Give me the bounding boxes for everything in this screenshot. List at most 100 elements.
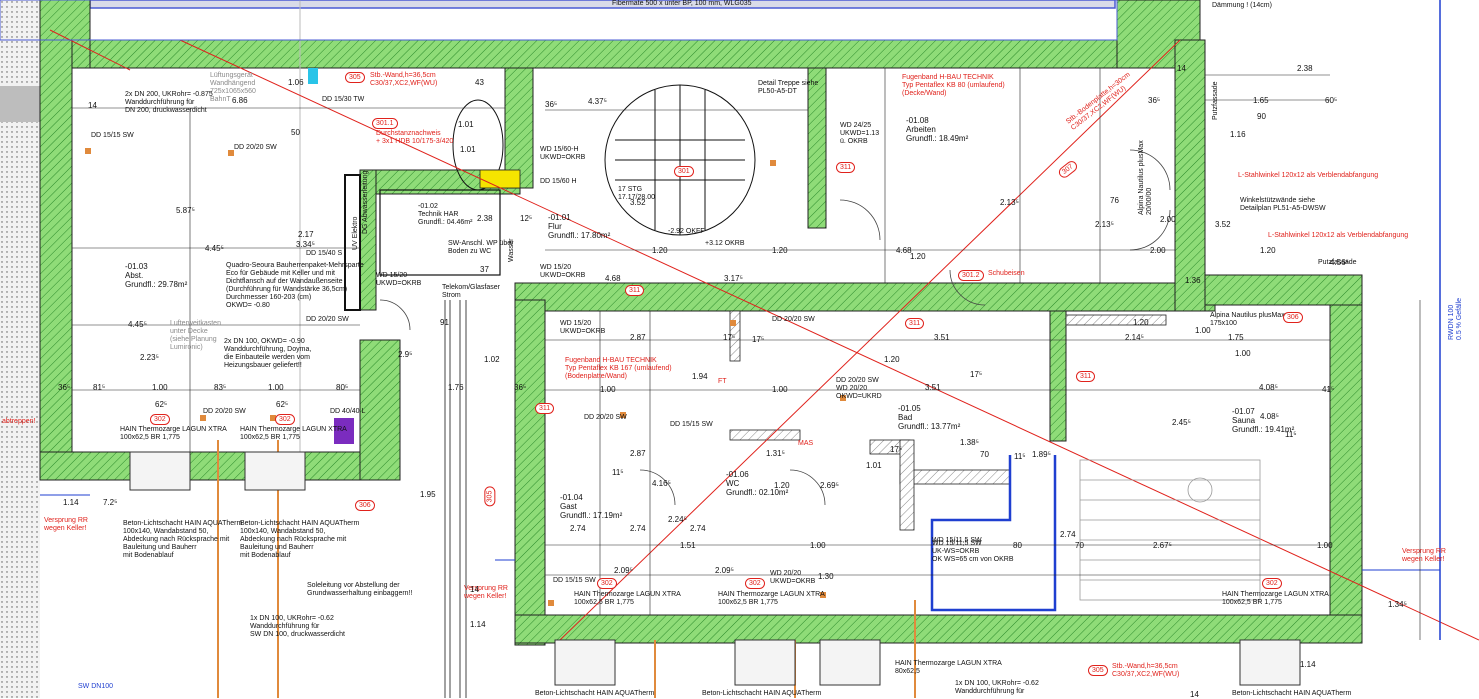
dimension-label: 1.00 [772, 385, 788, 394]
dimension-label: 1.14 [470, 620, 486, 629]
note-uv-elektro: UV Elektro [352, 216, 359, 250]
dimension-label: 1.00 [810, 541, 826, 550]
note-winkelstuetz: Winkelstützwände siehe Detailplan PL51-A… [1240, 197, 1326, 212]
note-beton-bottom2: Beton-Lichtschacht HAIN AQUATherm [702, 690, 822, 697]
note-lwinkel2: L-Stahlwinkel 120x12 als Verblendabfangu… [1268, 232, 1409, 239]
dimension-label: 2.74 [1060, 530, 1076, 539]
wd-label: DD 15/15 SW [553, 577, 596, 584]
dimension-label: 12⁵ [520, 214, 533, 223]
note-dg-abwasser: DG Abwasserleitung [362, 170, 369, 234]
dimension-label: 4.08⁵ [1259, 383, 1278, 392]
room-01-08: -01.08 Arbeiten Grundfl.: 18.49m² [906, 116, 969, 143]
dimension-label: 1.01 [866, 461, 882, 470]
sauna-bench [1079, 459, 1261, 601]
dimension-label: 11⁵ [1014, 452, 1026, 461]
dimension-label: 1.14 [1300, 660, 1316, 669]
dimension-label: 1.14 [63, 498, 79, 507]
dimension-label: 62⁵ [155, 400, 168, 409]
dimension-label: 36⁵ [1148, 96, 1161, 105]
dimension-label: 41⁵ [1322, 385, 1335, 394]
dimension-label: 4.08⁵ [1260, 412, 1279, 421]
dimension-label: 14 [470, 585, 479, 594]
wd-label: DD 20/20 SW [306, 316, 349, 323]
note-wd-15-60: WD 15/60-H UKWD=OKRB [540, 146, 586, 161]
dimension-label: 2.00 [1150, 246, 1166, 255]
dimension-label: 1.51 [680, 541, 696, 550]
yellow-mark [479, 169, 521, 189]
wd-label: DD 20/20 SW [772, 316, 815, 323]
dimension-label: 1.00 [1317, 541, 1333, 550]
tag: 301.1 [372, 118, 398, 129]
dimension-label: 1.20 [910, 252, 926, 261]
dimension-label: 14 [1177, 64, 1186, 73]
note-dn100-mid: 2x DN 100, OKWD= -0.90 Wanddurchführung,… [224, 338, 312, 369]
dimension-label: 2.38 [1297, 64, 1313, 73]
dimension-label: 4.37⁵ [588, 97, 607, 106]
dimension-label: 2.74 [690, 524, 706, 533]
dimension-label: 1.16 [1230, 130, 1246, 139]
dimension-label: 11⁵ [612, 468, 624, 477]
note-durchstanz: Durchstanznachweis + 3x1 HDB 10/175-3/42… [376, 130, 454, 145]
dimension-label: 3.17⁵ [724, 274, 743, 283]
tag: 302 [150, 414, 170, 425]
note-putzfassade1: Putzfassade [1212, 81, 1219, 120]
dimension-label: 1.20 [774, 481, 790, 490]
top-caption: Fibermate 500 x unter BP, 100 mm, WLG035 [612, 0, 752, 7]
dimension-label: 1.75 [1228, 333, 1244, 342]
note-rwdn100: RWDN 100 0.5 % Gefälle [1448, 297, 1463, 340]
note-wd-15-20: WD 15/20 UKWD=OKRB [540, 264, 586, 279]
dimension-label: 1.38⁵ [960, 438, 979, 447]
wd-label: DD 20/20 SW [203, 408, 246, 415]
dimension-label: 17⁵ [752, 335, 765, 344]
note-hain6: HAIN Thermozarge LAGUN XTRA 80x62,5 [895, 660, 1002, 675]
dimension-label: 4.45⁵ [128, 320, 147, 329]
top-slab [89, 0, 1116, 9]
dimension-label: 1.00 [152, 383, 168, 392]
dimension-label: 3.51 [934, 333, 950, 342]
room-01-05: -01.05 Bad Grundfl.: 13.77m² [898, 404, 961, 431]
dimension-label: 91 [440, 318, 449, 327]
dimension-label: 1.36 [1185, 276, 1201, 285]
dimension-label: 2.24⁵ [668, 515, 687, 524]
tag: 302 [1262, 578, 1282, 589]
dimension-label: 1.00 [600, 385, 616, 394]
dimension-label: 3.52 [630, 198, 646, 207]
note-okff: -2.92 OKFF [668, 228, 705, 235]
dimension-label: 4.45⁵ [205, 244, 224, 253]
dimension-label: 2.23⁵ [140, 353, 159, 362]
room-01-03: -01.03 Abst. Grundfl.: 29.78m² [125, 262, 188, 289]
dimension-label: 1.20 [884, 355, 900, 364]
wd-label: DD 15/60 H [540, 178, 577, 185]
dimension-label: 2.45⁵ [1172, 418, 1191, 427]
tag: 306 [1283, 312, 1303, 323]
dimension-label: 3.52 [1215, 220, 1231, 229]
wd-label: DD 15/15 SW [670, 421, 713, 428]
dimension-label: 1.20 [772, 246, 788, 255]
tag: 306 [355, 500, 375, 511]
dimension-label: 1.76 [448, 383, 464, 392]
tag: 302 [597, 578, 617, 589]
dimension-label: 80 [1013, 541, 1022, 550]
note-schubeisen: Schubeisen [988, 270, 1025, 277]
dimension-label: 2.13⁵ [1000, 198, 1019, 207]
dimension-label: 1.20 [1133, 318, 1149, 327]
dimension-label: 1.31⁵ [766, 449, 785, 458]
dimension-label: 80⁵ [336, 383, 349, 392]
dimension-label: 1.34⁵ [1388, 600, 1407, 609]
note-beton-bottom3: Beton-Lichtschacht HAIN AQUATherm [1232, 690, 1352, 697]
note-lwinkel1: L-Stahlwinkel 120x12 als Verblendabfangu… [1238, 172, 1379, 179]
note-hain5: HAIN Thermozarge LAGUN XTRA 100x62,5 BR … [1222, 591, 1329, 606]
wd-label: DD 40/40 L [330, 408, 366, 415]
dimension-label: 50 [291, 128, 300, 137]
dimension-label: 1.01 [460, 145, 476, 154]
note-telekom: Telekom/Glasfaser Strom [442, 284, 500, 299]
dimension-label: 70 [980, 450, 989, 459]
wd-label: WD 24/25 UKWD=1.13 ü. OKRB [840, 122, 880, 145]
dimension-label: 17⁵ [723, 333, 736, 342]
dimension-label: 81⁵ [93, 383, 106, 392]
dimension-label: 37 [480, 265, 489, 274]
dimension-label: 11⁵ [1285, 430, 1297, 439]
dimension-label: 83⁵ [214, 383, 227, 392]
note-mas: MAS [798, 440, 814, 447]
dimension-label: 2.09⁵ [715, 566, 734, 575]
